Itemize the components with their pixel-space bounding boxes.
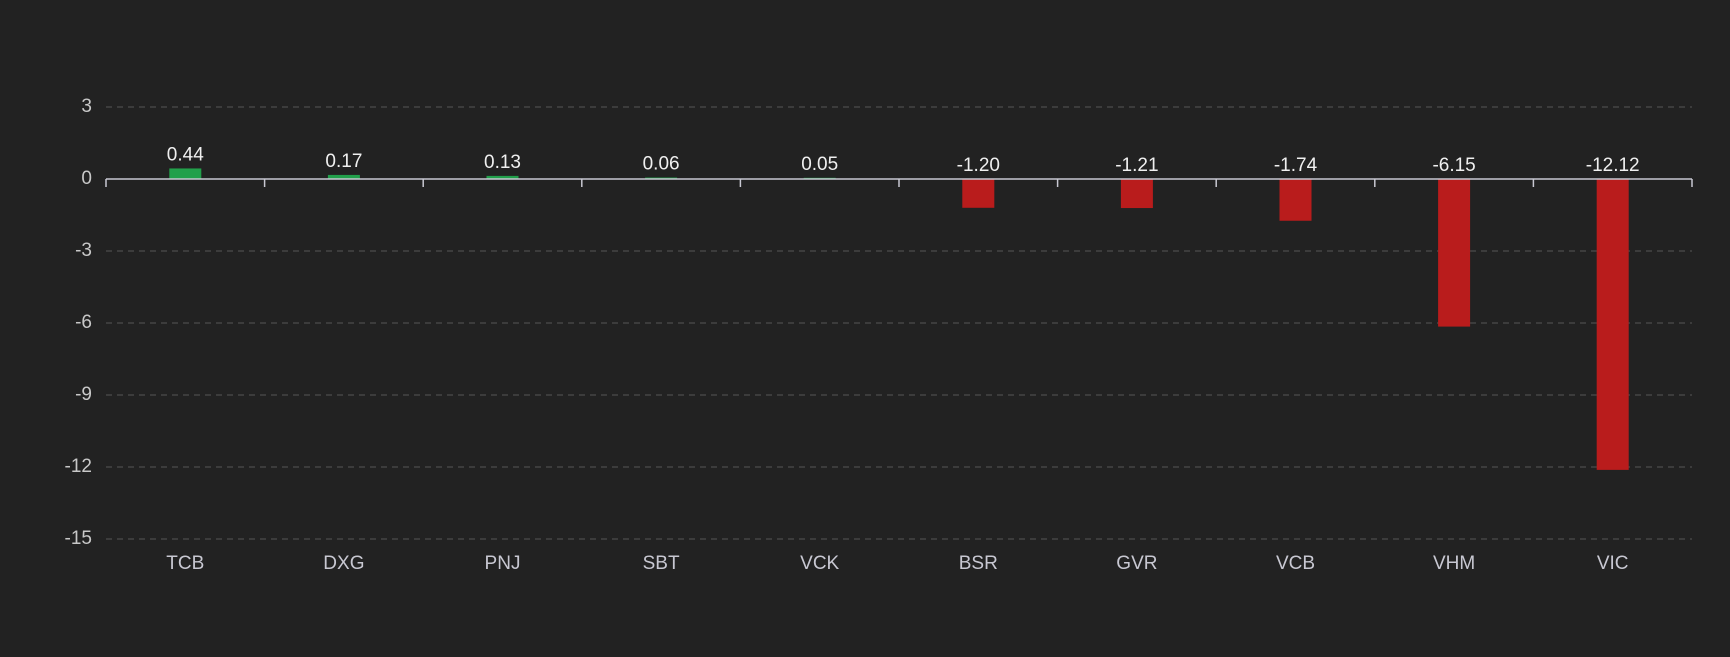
bar-vhm[interactable] — [1438, 179, 1471, 327]
x-tick-label-gvr: GVR — [1116, 553, 1157, 574]
data-label-dxg: 0.17 — [325, 151, 362, 172]
bar-vic[interactable] — [1596, 179, 1629, 470]
data-label-pnj: 0.13 — [484, 152, 521, 173]
y-tick-label: -12 — [65, 456, 92, 477]
bar-vcb[interactable] — [1279, 179, 1312, 221]
label-layer: 3 0 -3 -6 -9 -12 -15 0.44 TCB 0.17 DXG 0.13 PNJ 0.06 S… — [65, 96, 1640, 574]
bar-bsr[interactable] — [962, 179, 995, 208]
bar-tcb[interactable] — [169, 168, 202, 179]
data-label-vhm: -6.15 — [1432, 155, 1475, 176]
data-label-tcb: 0.44 — [167, 144, 204, 165]
bar-layer — [169, 168, 1629, 470]
y-tick-label: -3 — [75, 240, 92, 261]
bar-chart: 3 0 -3 -6 -9 -12 -15 0.44 TCB 0.17 DXG 0.13 PNJ 0.06 S… — [65, 96, 1693, 574]
x-tick-label-vic: VIC — [1597, 553, 1629, 574]
data-label-vic: -12.12 — [1586, 155, 1640, 176]
data-label-gvr: -1.21 — [1115, 155, 1158, 176]
y-tick-label: -15 — [65, 528, 92, 549]
y-tick-label: 3 — [81, 96, 92, 117]
data-label-sbt: 0.06 — [643, 154, 680, 175]
x-tick-label-pnj: PNJ — [485, 553, 521, 574]
x-tick-label-tcb: TCB — [166, 553, 204, 574]
data-label-vck: 0.05 — [801, 154, 838, 175]
data-label-bsr: -1.20 — [957, 155, 1000, 176]
x-tick-label-vhm: VHM — [1433, 553, 1475, 574]
x-tick-label-vcb: VCB — [1276, 553, 1315, 574]
y-tick-label: -6 — [75, 312, 92, 333]
x-tick-label-vck: VCK — [800, 553, 839, 574]
chart-container: 3 0 -3 -6 -9 -12 -15 0.44 TCB 0.17 DXG 0.13 PNJ 0.06 S… — [0, 0, 1730, 652]
x-tick-label-bsr: BSR — [959, 553, 998, 574]
x-tick-label-sbt: SBT — [643, 553, 680, 574]
y-tick-label: -9 — [75, 384, 92, 405]
bar-gvr[interactable] — [1120, 179, 1153, 209]
x-tick-label-dxg: DXG — [323, 553, 364, 574]
y-tick-label: 0 — [81, 168, 92, 189]
data-label-vcb: -1.74 — [1274, 155, 1318, 176]
